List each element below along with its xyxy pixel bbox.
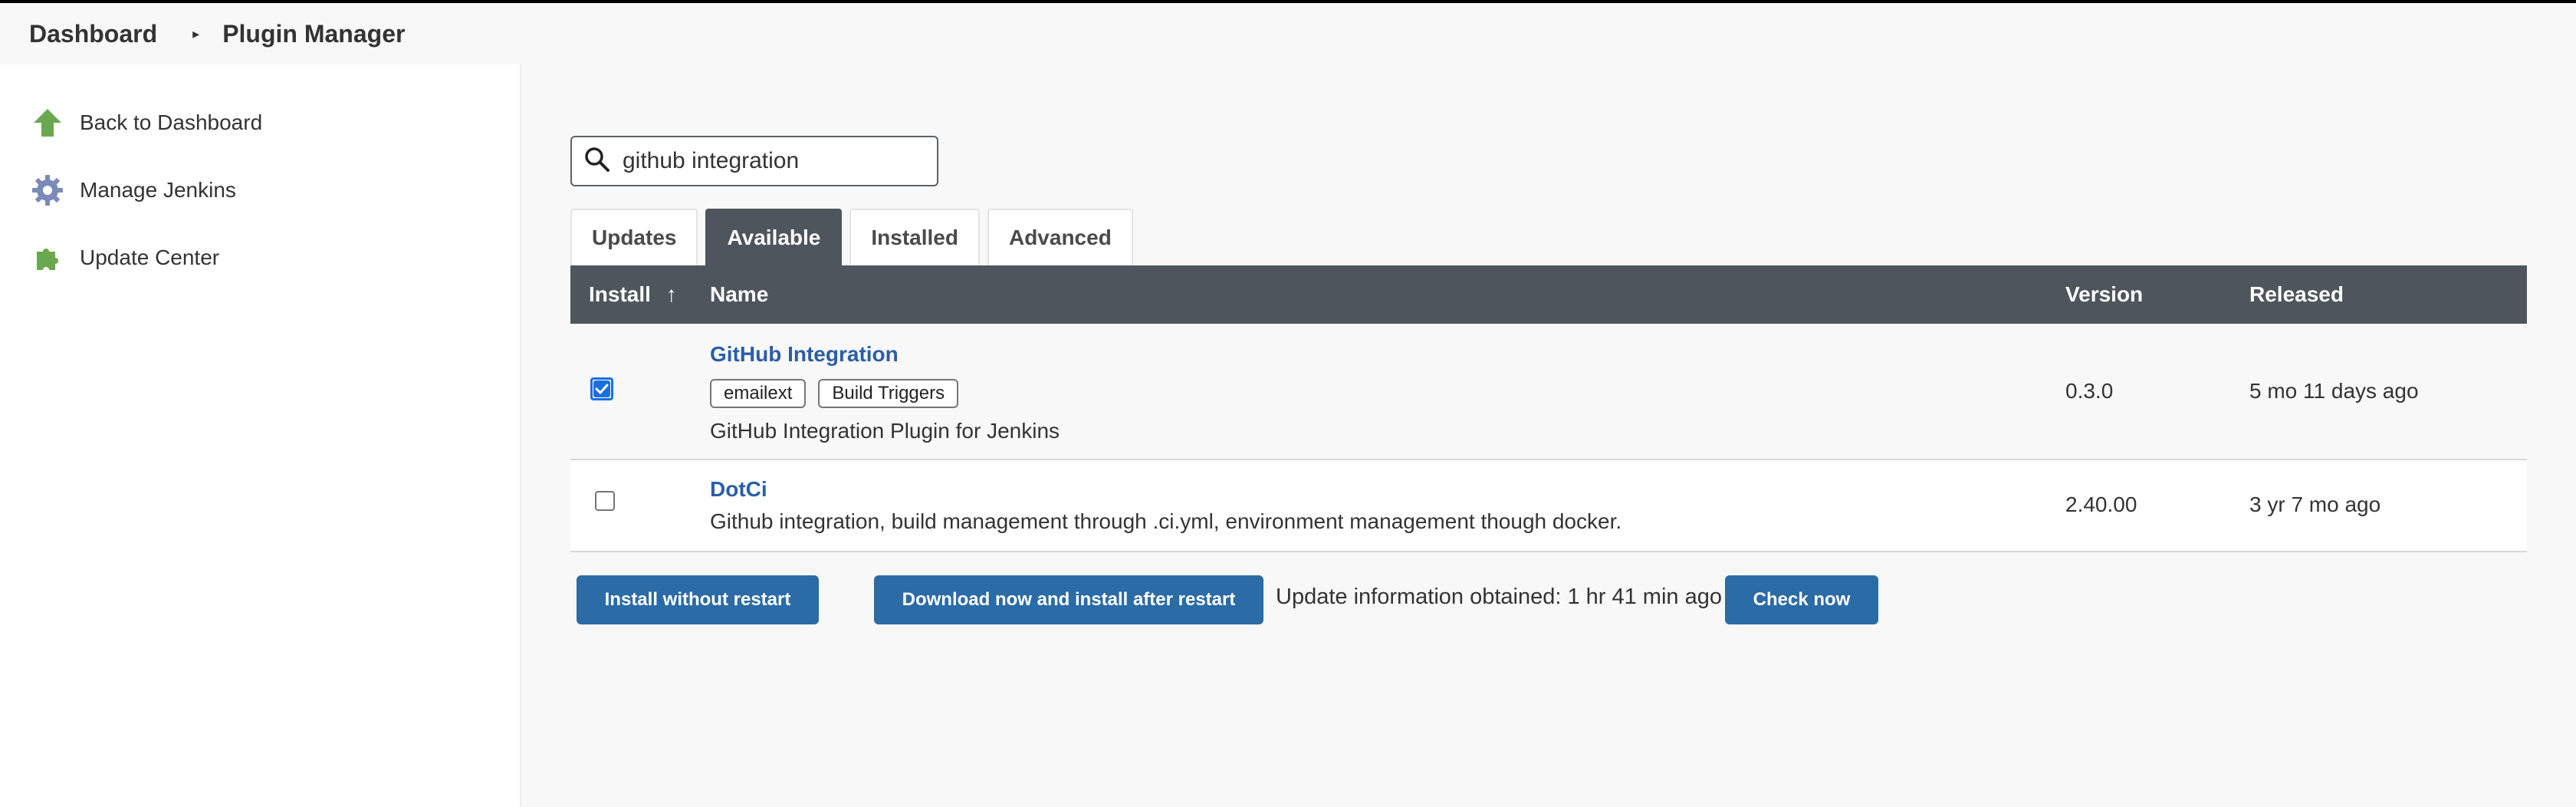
sidebar-item-update-center[interactable]: Update Center (31, 241, 219, 275)
tag-label[interactable]: Build Triggers (818, 379, 959, 408)
tab-bar: Updates Available Installed Advanced (570, 209, 1141, 265)
breadcrumb-dashboard[interactable]: Dashboard (29, 20, 157, 48)
download-install-after-restart-button[interactable]: Download now and install after restart (874, 575, 1263, 624)
checkmark-icon (593, 380, 610, 397)
plugin-name-link[interactable]: GitHub Integration (710, 342, 899, 367)
sidebar-item-back-to-dashboard[interactable]: Back to Dashboard (31, 106, 262, 140)
search-box[interactable] (570, 136, 938, 186)
plugin-tags: emailext Build Triggers (710, 379, 971, 408)
breadcrumb: Dashboard ▸ Plugin Manager (0, 3, 2576, 64)
search-input[interactable] (623, 148, 914, 174)
breadcrumb-separator-icon[interactable]: ▸ (192, 26, 199, 42)
column-header-install[interactable]: Install ↑ (589, 282, 677, 307)
plugin-version: 0.3.0 (2065, 379, 2114, 403)
plugin-description: Github integration, build management thr… (710, 509, 1622, 533)
breadcrumb-plugin-manager[interactable]: Plugin Manager (222, 20, 405, 48)
tab-installed[interactable]: Installed (849, 209, 980, 265)
up-arrow-icon (31, 106, 64, 140)
install-without-restart-button[interactable]: Install without restart (577, 575, 819, 624)
plugin-version: 2.40.00 (2065, 492, 2137, 516)
plugin-table: Install ↑ Name Version Released GitHub I… (570, 265, 2527, 552)
gear-icon (31, 173, 64, 207)
sidebar-item-label: Manage Jenkins (80, 178, 236, 202)
tab-advanced[interactable]: Advanced (987, 209, 1133, 265)
table-row: GitHub Integration emailext Build Trigge… (570, 324, 2527, 460)
plugin-released: 3 yr 7 mo ago (2249, 492, 2381, 516)
tab-updates[interactable]: Updates (570, 209, 698, 265)
check-now-button[interactable]: Check now (1725, 575, 1878, 624)
column-header-install-label: Install (589, 282, 651, 306)
sidebar-item-label: Update Center (80, 245, 220, 269)
install-checkbox[interactable] (595, 491, 615, 511)
table-header: Install ↑ Name Version Released (570, 265, 2527, 324)
column-header-released[interactable]: Released (2249, 282, 2344, 307)
install-checkbox[interactable] (590, 377, 613, 400)
sidebar-item-manage-jenkins[interactable]: Manage Jenkins (31, 173, 236, 207)
tab-available[interactable]: Available (705, 209, 843, 265)
plugin-name-link[interactable]: DotCi (710, 477, 767, 502)
column-header-name[interactable]: Name (710, 282, 768, 307)
search-icon (584, 147, 610, 176)
tag-label[interactable]: emailext (710, 379, 807, 408)
plugin-released: 5 mo 11 days ago (2249, 379, 2419, 403)
sidebar: Back to Dashboard Manage Jenkins Update … (0, 64, 521, 807)
plugin-description: GitHub Integration Plugin for Jenkins (710, 419, 1060, 443)
table-row: DotCi Github integration, build manageme… (570, 460, 2527, 552)
column-header-version[interactable]: Version (2065, 282, 2143, 307)
sidebar-item-label: Back to Dashboard (80, 110, 263, 134)
sort-arrow-icon: ↑ (665, 282, 677, 306)
puzzle-icon (31, 241, 64, 275)
update-info-text: Update information obtained: 1 hr 41 min… (1276, 585, 1722, 609)
